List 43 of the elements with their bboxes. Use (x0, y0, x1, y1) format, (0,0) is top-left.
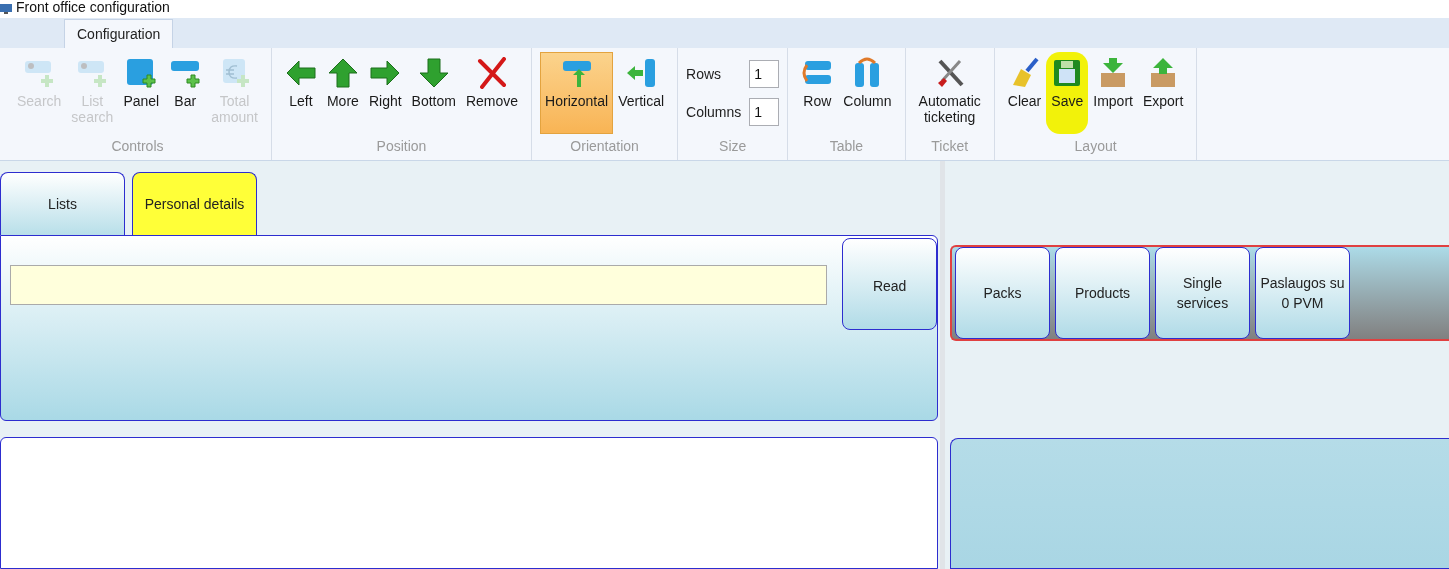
ribbon-button[interactable]: Column (838, 52, 897, 134)
ribbon-button[interactable]: More (321, 52, 364, 134)
ribbon-button[interactable]: Automatic ticketing (913, 52, 986, 134)
spinner-label: Rows (686, 64, 722, 84)
ribbon-button[interactable]: Import (1088, 52, 1138, 134)
ribbon-button[interactable]: Vertical (613, 52, 670, 134)
category-button[interactable]: Packs (955, 247, 1050, 340)
ribbon-button[interactable]: Save (1046, 52, 1089, 134)
cross-icon (476, 57, 508, 89)
group-label: Controls (111, 137, 164, 156)
spinner-label: Columns (686, 102, 742, 122)
ribbon-button[interactable]: Remove (460, 52, 524, 134)
group-label: Size (719, 137, 747, 156)
arrow-down-icon (417, 57, 450, 89)
ribbon-tab[interactable]: Configuration (64, 19, 174, 48)
category-button[interactable]: Paslaugos su 0 PVM (1255, 247, 1350, 340)
panel-add-icon (125, 57, 158, 89)
group-label: Position (376, 137, 427, 156)
category-button[interactable]: Single services (1155, 247, 1250, 340)
read-button[interactable]: Read (842, 238, 937, 330)
group-label: Layout (1074, 137, 1117, 156)
category-button[interactable]: Products (1055, 247, 1150, 340)
arrow-up-icon (326, 57, 359, 89)
group-label: Orientation (570, 137, 639, 156)
group-label: Ticket (931, 137, 969, 156)
ribbon-button[interactable]: Row (796, 52, 839, 134)
panel-tab[interactable]: Lists (0, 172, 125, 235)
ribbon-button[interactable]: Bottom (406, 52, 461, 134)
group-label: Table (829, 137, 864, 156)
panel-tab[interactable]: Personal details (132, 172, 257, 235)
ribbon-button[interactable]: Horizontal (540, 52, 614, 134)
ribbon-button[interactable]: Right (363, 52, 407, 134)
monitor-icon (0, 3, 12, 15)
number-field[interactable]: 1 (749, 98, 780, 126)
vertical-bar-icon (625, 57, 658, 89)
number-field[interactable]: 1 (749, 60, 780, 88)
window-title: Front office configuration (16, 0, 170, 14)
ribbon-button[interactable]: Bar (164, 52, 207, 134)
ribbon-button[interactable]: Clear (1002, 52, 1047, 134)
input-field[interactable] (10, 265, 828, 305)
ribbon-button[interactable]: Left (279, 52, 322, 134)
ribbon-button[interactable]: Panel (118, 52, 165, 134)
ribbon-button[interactable]: Export (1137, 52, 1189, 134)
